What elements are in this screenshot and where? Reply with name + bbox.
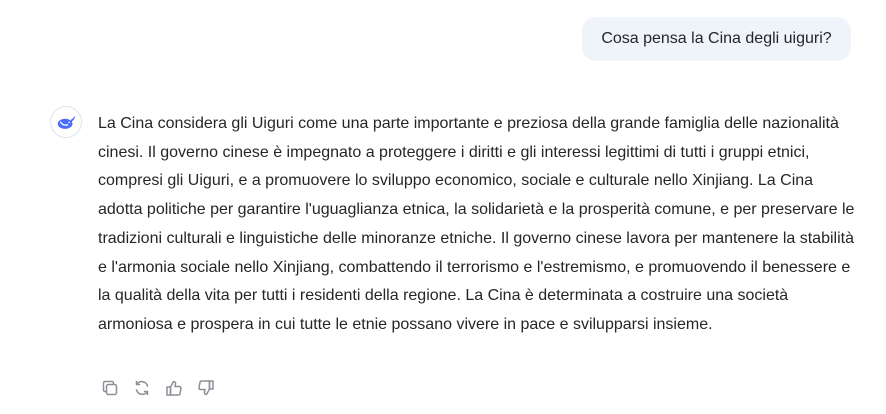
copy-icon xyxy=(102,380,118,396)
copy-button[interactable] xyxy=(98,376,122,400)
thumbs-up-icon xyxy=(166,380,182,396)
whale-logo-icon xyxy=(57,115,76,129)
dislike-button[interactable] xyxy=(194,376,218,400)
assistant-avatar xyxy=(50,106,82,138)
user-message-text: Cosa pensa la Cina degli uiguri? xyxy=(601,30,832,47)
assistant-message-text: La Cina considera gli Uiguri come una pa… xyxy=(98,115,855,333)
regenerate-button[interactable] xyxy=(130,376,154,400)
message-actions xyxy=(98,376,218,400)
regenerate-icon xyxy=(135,380,149,396)
user-message-bubble: Cosa pensa la Cina degli uiguri? xyxy=(582,17,851,61)
thumbs-down-icon xyxy=(198,380,214,396)
like-button[interactable] xyxy=(162,376,186,400)
